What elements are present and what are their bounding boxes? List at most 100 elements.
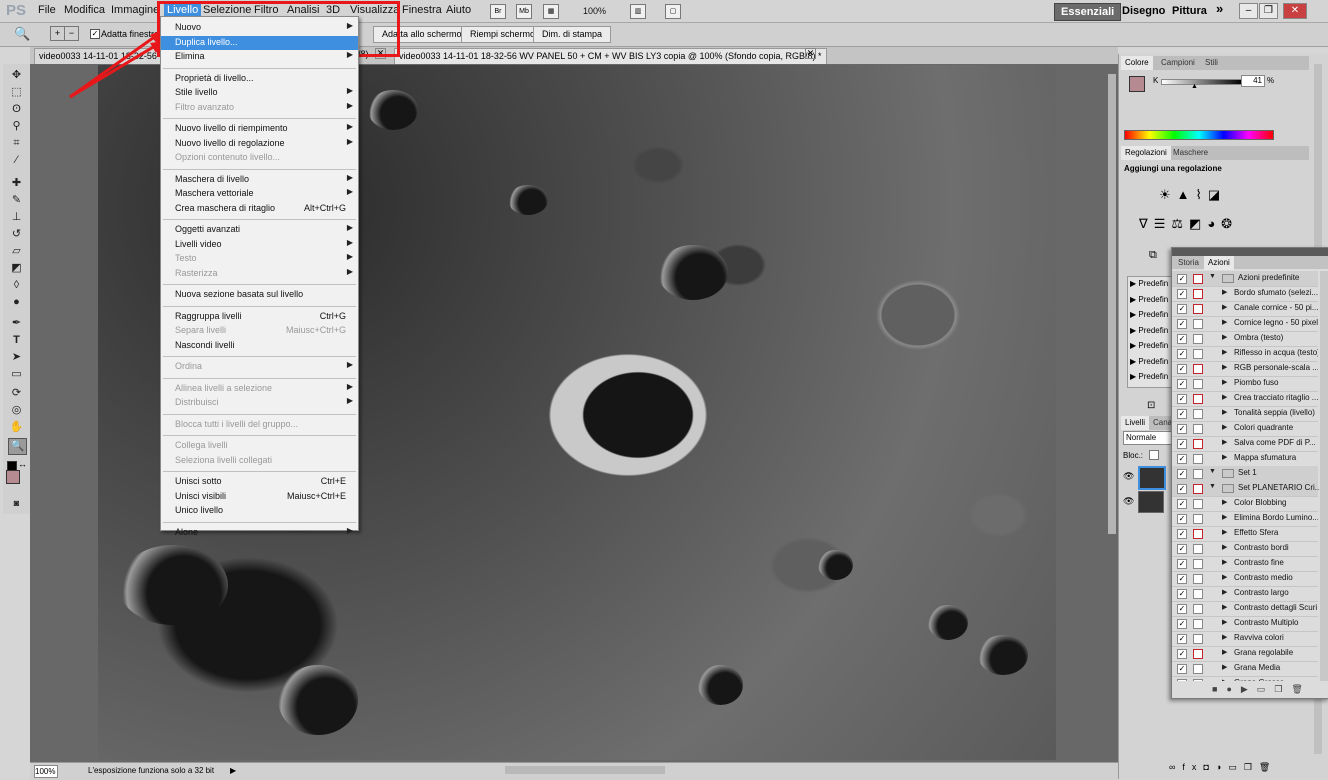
menu-item-proprietà-di-livello[interactable]: Proprietà di livello...	[161, 72, 358, 86]
layer-2-eye-icon[interactable]: 👁	[1123, 496, 1134, 507]
3d-rotate-icon[interactable]: ⟳	[8, 386, 25, 401]
collapse-arrow-icon[interactable]: ▶	[1222, 513, 1227, 521]
action-toggle-checkbox[interactable]: ✓	[1177, 499, 1187, 509]
menu-item-maschera-vettoriale[interactable]: Maschera vettoriale ▶	[161, 187, 358, 201]
dialog-toggle-icon[interactable]	[1193, 484, 1203, 494]
color-balance-icon[interactable]: ⚖	[1171, 216, 1189, 231]
collapse-arrow-icon[interactable]: ▶	[1222, 333, 1227, 341]
dialog-toggle-icon[interactable]	[1193, 409, 1203, 419]
blur-tool-icon[interactable]: ◊	[8, 278, 25, 293]
dialog-toggle-icon[interactable]	[1193, 469, 1203, 479]
brush-tool-icon[interactable]: ✎	[8, 193, 25, 208]
new-set-icon[interactable]: ▭	[1257, 684, 1275, 694]
slider-handle-icon[interactable]: ▲	[1191, 83, 1198, 90]
action-toggle-checkbox[interactable]: ✓	[1177, 304, 1187, 314]
menu-item-nuovo-livello-di-riempimento[interactable]: Nuovo livello di riempimento ▶	[161, 122, 358, 136]
action-toggle-checkbox[interactable]: ✓	[1177, 424, 1187, 434]
collapse-arrow-icon[interactable]: ▶	[1222, 288, 1227, 296]
dialog-toggle-icon[interactable]	[1193, 544, 1203, 554]
fx-icon[interactable]: fx	[1182, 762, 1203, 772]
dialog-toggle-icon[interactable]	[1193, 574, 1203, 584]
action-toggle-checkbox[interactable]: ✓	[1177, 289, 1187, 299]
view-extras-icon[interactable]: ▦	[543, 4, 559, 19]
expand-icon[interactable]: ▼	[1209, 468, 1216, 475]
action-toggle-checkbox[interactable]: ✓	[1177, 649, 1187, 659]
layer-2-thumbnail[interactable]	[1138, 491, 1164, 513]
arrange-documents-icon[interactable]: ▥	[630, 4, 646, 19]
preset-item[interactable]: ▶ Predefin	[1130, 295, 1168, 304]
group-icon[interactable]: ▭	[1228, 762, 1244, 772]
collapse-arrow-icon[interactable]: ▶	[1222, 573, 1227, 581]
collapse-arrow-icon[interactable]: ▶	[1222, 543, 1227, 551]
dialog-toggle-icon[interactable]	[1193, 334, 1203, 344]
action-row[interactable]: ✓ ▶ Contrasto medio	[1172, 571, 1318, 587]
collapse-arrow-icon[interactable]: ▶	[1222, 648, 1227, 656]
collapse-arrow-icon[interactable]: ▶	[1222, 618, 1227, 626]
collapse-arrow-icon[interactable]: ▶	[1222, 303, 1227, 311]
color-spectrum-bar[interactable]	[1124, 130, 1274, 140]
expand-icon[interactable]: ▼	[1209, 483, 1216, 490]
preset-item[interactable]: ▶ Predefin	[1130, 326, 1168, 335]
action-row[interactable]: ✓ ▶ Ravviva colori	[1172, 631, 1318, 647]
dialog-toggle-icon[interactable]	[1193, 664, 1203, 674]
workspace-pittura[interactable]: Pittura	[1166, 3, 1213, 19]
menu-item-oggetti-avanzati[interactable]: Oggetti avanzati ▶	[161, 223, 358, 237]
menu-item-separa-livelli[interactable]: Separa livelli Maiusc+Ctrl+G	[161, 324, 358, 338]
menu-item-filtro-avanzato[interactable]: Filtro avanzato ▶	[161, 101, 358, 115]
action-row[interactable]: ✓ ▶ Contrasto dettagli Scuri	[1172, 601, 1318, 617]
action-row[interactable]: ✓ ▶ Contrasto Multiplo	[1172, 616, 1318, 632]
action-row[interactable]: ✓ ▶ Tonalità seppia (livello)	[1172, 406, 1318, 422]
photo-filter-icon[interactable]: ◕	[1207, 216, 1221, 231]
vibrance-icon[interactable]: ∇	[1139, 216, 1154, 231]
action-toggle-checkbox[interactable]: ✓	[1177, 319, 1187, 329]
actions-panel-titlebar[interactable]	[1172, 248, 1328, 256]
action-row[interactable]: ✓ ▶ Color Blobbing	[1172, 496, 1318, 512]
dialog-toggle-icon[interactable]	[1193, 604, 1203, 614]
menu-item-opzioni-contenuto-livello[interactable]: Opzioni contenuto livello...	[161, 151, 358, 165]
collapse-arrow-icon[interactable]: ▶	[1222, 453, 1227, 461]
action-row[interactable]: ✓ ▶ Elimina Bordo Lumino...	[1172, 511, 1318, 527]
action-toggle-checkbox[interactable]: ✓	[1177, 379, 1187, 389]
action-row[interactable]: ✓ ▶ Riflesso in acqua (testo)	[1172, 346, 1318, 362]
pen-tool-icon[interactable]: ✒	[8, 316, 25, 331]
menu-item-alone[interactable]: Alone ▶	[161, 526, 358, 540]
quick-selection-tool-icon[interactable]: ⚲	[8, 119, 25, 134]
tab-regolazioni[interactable]: Regolazioni	[1121, 146, 1171, 160]
dialog-toggle-icon[interactable]	[1193, 454, 1203, 464]
zoom-tool-selected-icon[interactable]: 🔍	[8, 438, 27, 455]
dialog-toggle-icon[interactable]	[1193, 514, 1203, 524]
action-toggle-checkbox[interactable]: ✓	[1177, 334, 1187, 344]
action-row[interactable]: ✓ ▶ Canale cornice - 50 pi...	[1172, 301, 1318, 317]
eyedropper-tool-icon[interactable]: ⁄	[8, 153, 25, 168]
doc-tab-2[interactable]: video0033 14-11-01 18-32-56 WV PANEL 50 …	[394, 48, 827, 64]
menu-item-distribuisci[interactable]: Distribuisci ▶	[161, 396, 358, 410]
action-row[interactable]: ✓ ▶ Contrasto largo	[1172, 586, 1318, 602]
menu-item-allinea-livelli-a-selezione[interactable]: Allinea livelli a selezione ▶	[161, 382, 358, 396]
layer-1-eye-icon[interactable]: 👁	[1123, 471, 1134, 482]
stop-icon[interactable]: ■	[1212, 684, 1226, 694]
action-toggle-checkbox[interactable]: ✓	[1177, 589, 1187, 599]
action-toggle-checkbox[interactable]: ✓	[1177, 484, 1187, 494]
action-toggle-checkbox[interactable]: ✓	[1177, 529, 1187, 539]
dialog-toggle-icon[interactable]	[1193, 274, 1203, 284]
mini-bridge-icon[interactable]: Mb	[516, 4, 532, 19]
collapse-arrow-icon[interactable]: ▶	[1222, 678, 1227, 681]
minimize-icon[interactable]: –	[1239, 3, 1258, 19]
action-toggle-checkbox[interactable]: ✓	[1177, 559, 1187, 569]
workspace-more[interactable]: »	[1210, 1, 1229, 17]
menu-item-nuovo-livello-di-regolazione[interactable]: Nuovo livello di regolazione ▶	[161, 137, 358, 151]
action-row[interactable]: ✓ ▶ Cornice legno - 50 pixel	[1172, 316, 1318, 332]
collapse-arrow-icon[interactable]: ▶	[1222, 378, 1227, 386]
menu-item-raggruppa-livelli[interactable]: Raggruppa livelli Ctrl+G	[161, 310, 358, 324]
horizontal-scrollbar[interactable]	[505, 766, 665, 774]
status-arrow-icon[interactable]: ▶	[230, 766, 236, 775]
action-row[interactable]: ✓ ▶ Contrasto fine	[1172, 556, 1318, 572]
action-row[interactable]: ✓ ▶ Grana Media	[1172, 661, 1318, 677]
doc-tab-2-close-icon[interactable]: ✕	[805, 48, 816, 59]
bridge-icon[interactable]: Br	[490, 4, 506, 19]
brightness-icon[interactable]: ☀	[1159, 187, 1177, 202]
screen-mode-icon[interactable]: ▢	[665, 4, 681, 19]
dialog-toggle-icon[interactable]	[1193, 439, 1203, 449]
dialog-toggle-icon[interactable]	[1193, 499, 1203, 509]
action-toggle-checkbox[interactable]: ✓	[1177, 679, 1187, 681]
